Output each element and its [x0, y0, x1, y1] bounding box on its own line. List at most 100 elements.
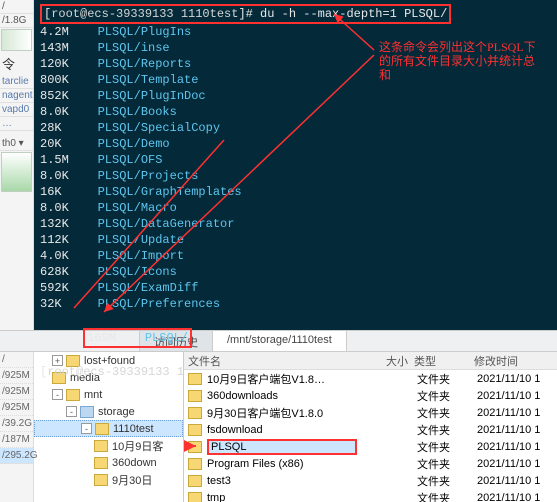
- file-name: PLSQL: [207, 439, 357, 455]
- folder-icon: [188, 492, 202, 502]
- tree-label: storage: [98, 406, 135, 418]
- du-row: 112K PLSQL/Update: [40, 232, 551, 248]
- file-date: 2021/11/10 1: [477, 390, 557, 402]
- file-name: 9月30日客户端包V1.8.0: [207, 405, 357, 421]
- tree-item[interactable]: - storage: [34, 403, 183, 420]
- col-date[interactable]: 修改时间: [474, 353, 557, 369]
- file-name: tmp: [207, 492, 357, 502]
- file-list-header: 文件名 大小 类型 修改时间: [184, 352, 557, 370]
- folder-icon: [94, 440, 108, 452]
- folder-icon: [188, 441, 202, 453]
- file-row[interactable]: 10月9日客户端包V1.8… 文件夹2021/11/10 1: [184, 370, 557, 387]
- file-type: 文件夹: [417, 439, 477, 455]
- file-name: 360downloads: [207, 390, 357, 402]
- folder-icon: [94, 474, 108, 486]
- du-row: 4.0K PLSQL/Import: [40, 248, 551, 264]
- du-row: 852K PLSQL/PlugInDoc: [40, 88, 551, 104]
- file-row[interactable]: 360downloads 文件夹2021/11/10 1: [184, 387, 557, 404]
- file-row[interactable]: tmp 文件夹2021/11/10 1: [184, 489, 557, 502]
- tree-label: 1110test: [113, 423, 154, 435]
- file-name: test3: [207, 475, 357, 487]
- du-row: 628K PLSQL/Icons: [40, 264, 551, 280]
- folder-icon: [188, 458, 202, 470]
- file-type: 文件夹: [417, 422, 477, 438]
- du-row: 8.0K PLSQL/Books: [40, 104, 551, 120]
- tree-label: 10月9日客: [112, 438, 163, 454]
- file-row[interactable]: fsdownload 文件夹2021/11/10 1: [184, 421, 557, 438]
- du-command: du -h --max-depth=1 PLSQL/: [260, 7, 447, 21]
- du-row: 32K PLSQL/Preferences: [40, 296, 551, 312]
- du-row: 592K PLSQL/ExamDiff: [40, 280, 551, 296]
- stat: tarclie: [0, 75, 33, 89]
- file-type: 文件夹: [417, 490, 477, 502]
- folder-icon: [188, 373, 202, 385]
- du-row: 20K PLSQL/Demo: [40, 136, 551, 152]
- file-date: 2021/11/10 1: [477, 441, 557, 453]
- folder-icon: [188, 407, 202, 419]
- col-type[interactable]: 类型: [414, 353, 474, 369]
- tree-label: 9月30日: [112, 472, 152, 488]
- left-stats-panel: / /1.8G 令 tarclie nagent vapd0 … th0 ▾: [0, 0, 34, 330]
- file-date: 2021/11/10 1: [477, 373, 557, 385]
- file-type: 文件夹: [417, 473, 477, 489]
- stat-label: 令: [0, 52, 33, 75]
- tree-item[interactable]: 10月9日客: [34, 437, 183, 454]
- stat: /1.8G: [0, 14, 33, 28]
- file-row[interactable]: PLSQL 文件夹2021/11/10 1: [184, 438, 557, 455]
- usage-graph: [1, 29, 32, 51]
- file-row[interactable]: 9月30日客户端包V1.8.0 文件夹2021/11/10 1: [184, 404, 557, 421]
- stat: nagent: [0, 89, 33, 103]
- command-highlight-box: [root@ecs-39339133 1110test]# du -h --ma…: [40, 4, 451, 24]
- tree-item[interactable]: 9月30日: [34, 471, 183, 488]
- col-name[interactable]: 文件名: [184, 353, 354, 369]
- folder-icon: [80, 406, 94, 418]
- stat: …: [0, 117, 33, 131]
- file-row[interactable]: Program Files (x86) 文件夹2021/11/10 1: [184, 455, 557, 472]
- file-date: 2021/11/10 1: [477, 458, 557, 470]
- folder-icon: [95, 423, 109, 435]
- folder-icon: [188, 475, 202, 487]
- file-name: Program Files (x86): [207, 458, 357, 470]
- file-type: 文件夹: [417, 388, 477, 404]
- side-stat: /39.2G: [0, 416, 33, 432]
- file-list-panel[interactable]: 文件名 大小 类型 修改时间 10月9日客户端包V1.8…文件夹2021/11/…: [184, 352, 557, 502]
- col-size[interactable]: 大小: [354, 353, 414, 369]
- side-stat: /187M: [0, 432, 33, 448]
- du-row: 4.2M PLSQL/PlugIns: [40, 24, 551, 40]
- du-row: 8.0K PLSQL/Macro: [40, 200, 551, 216]
- total-path: PLSQL/: [145, 331, 188, 345]
- du-row: 1.5M PLSQL/OFS: [40, 152, 551, 168]
- side-stat: /: [0, 352, 33, 368]
- expand-icon[interactable]: -: [81, 423, 92, 434]
- side-stat: /925M: [0, 400, 33, 416]
- prompt-host: root@ecs-39339133 1110test: [51, 7, 238, 21]
- stat: /: [0, 0, 33, 14]
- tree-item[interactable]: - 1110test: [34, 420, 183, 437]
- tree-label: mnt: [84, 389, 102, 401]
- file-date: 2021/11/10 1: [477, 424, 557, 436]
- file-row[interactable]: test3 文件夹2021/11/10 1: [184, 472, 557, 489]
- tree-item[interactable]: 360down: [34, 454, 183, 471]
- file-type: 文件夹: [417, 456, 477, 472]
- folder-icon: [188, 424, 202, 436]
- expand-icon[interactable]: -: [52, 389, 63, 400]
- expand-icon[interactable]: -: [66, 406, 77, 417]
- side-stat: /925M: [0, 368, 33, 384]
- file-date: 2021/11/10 1: [477, 407, 557, 419]
- file-type: 文件夹: [417, 371, 477, 387]
- file-name: 10月9日客户端包V1.8…: [207, 371, 357, 387]
- side-stat: /295.2G: [0, 448, 33, 464]
- stat: th0 ▾: [0, 137, 33, 151]
- file-name: fsdownload: [207, 424, 357, 436]
- total-size: 169M: [87, 331, 116, 345]
- folder-icon: [94, 457, 108, 469]
- file-type: 文件夹: [417, 405, 477, 421]
- du-row: 28K PLSQL/SpecialCopy: [40, 120, 551, 136]
- stat: vapd0: [0, 103, 33, 117]
- tree-label: 360down: [112, 457, 157, 469]
- du-row: 16K PLSQL/GraphTemplates: [40, 184, 551, 200]
- tree-item[interactable]: - mnt: [34, 386, 183, 403]
- file-date: 2021/11/10 1: [477, 475, 557, 487]
- file-date: 2021/11/10 1: [477, 492, 557, 502]
- terminal[interactable]: [root@ecs-39339133 1110test]# du -h --ma…: [34, 0, 557, 330]
